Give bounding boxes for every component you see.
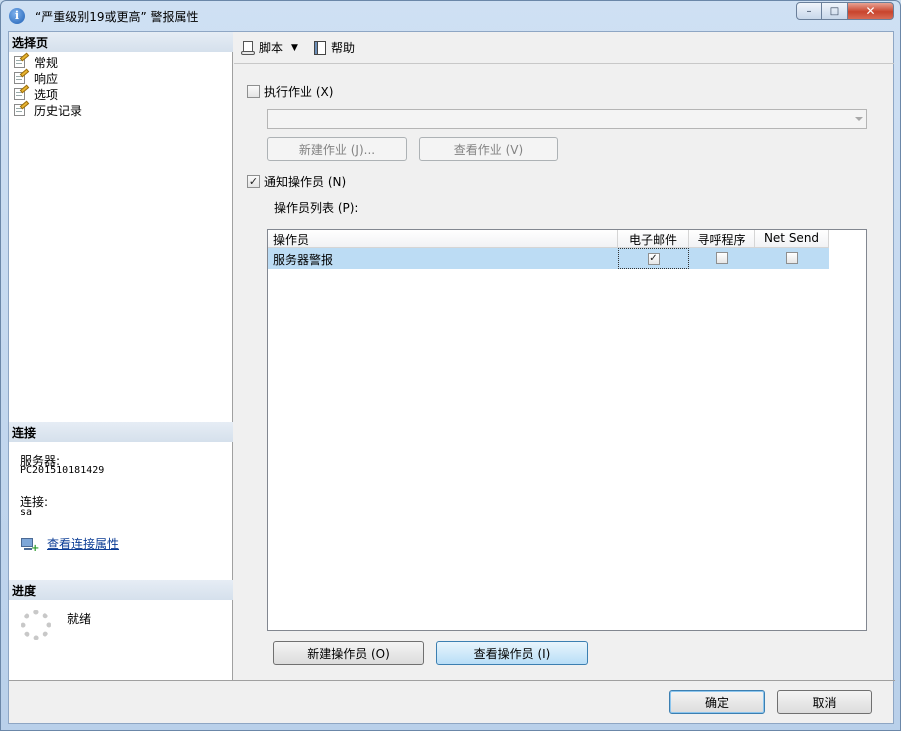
page-edit-icon [13,68,30,85]
grid-header: 操作员 电子邮件 寻呼程序 Net Send [268,230,829,248]
progress-spinner-icon [21,610,51,640]
operators-grid[interactable]: 操作员 电子邮件 寻呼程序 Net Send 服务器警报 ✓ [267,229,867,631]
left-pane: 选择页 常规 响应 选项 历史记录 连接 服务器: PC201510181429… [9,32,233,680]
page-item-label: 选项 [34,87,59,102]
help-label: 帮助 [330,41,355,55]
page-item-history[interactable]: 历史记录 [13,100,83,118]
page-edit-icon [13,84,30,101]
toolbar: 脚本 ▼ 帮助 [234,32,894,64]
window-controls: – □ ✕ [796,2,894,20]
page-edit-icon [13,52,30,69]
column-header-net-send[interactable]: Net Send [755,230,829,248]
view-operator-button[interactable]: 查看操作员 (I) [436,641,588,665]
dialog-client: 选择页 常规 响应 选项 历史记录 连接 服务器: PC201510181429… [8,31,895,724]
pager-checkbox[interactable] [716,252,728,264]
connection-properties-icon: + [21,537,39,554]
cancel-button[interactable]: 取消 [777,690,872,714]
chevron-down-icon[interactable]: ▼ [291,43,298,53]
net-send-cell[interactable] [755,248,829,269]
page-item-options[interactable]: 选项 [13,84,59,102]
column-header-email[interactable]: 电子邮件 [618,230,689,248]
info-icon: i [9,8,25,24]
operator-name-cell[interactable]: 服务器警报 [268,248,618,269]
notify-operators-checkbox[interactable]: ✓ [247,175,260,188]
operator-list-label: 操作员列表 (P): [274,201,359,215]
notify-operators-label: 通知操作员 (N) [264,175,347,189]
chevron-down-icon [855,117,863,121]
view-connection-properties-link[interactable]: + 查看连接属性 [21,535,120,554]
minimize-button[interactable]: – [796,2,822,20]
new-operator-button[interactable]: 新建操作员 (O) [273,641,424,665]
pager-cell[interactable] [689,248,755,269]
script-button[interactable]: 脚本 ▼ [240,39,304,56]
title-bar[interactable]: i “严重级别19或更高” 警报属性 – □ ✕ [1,1,900,31]
server-value: PC201510181429 [20,465,105,476]
view-connection-properties-label: 查看连接属性 [47,537,120,551]
progress-header: 进度 [9,580,233,600]
page-item-general[interactable]: 常规 [13,52,59,70]
alert-properties-window: i “严重级别19或更高” 警报属性 – □ ✕ 选择页 常规 响应 选项 历史… [0,0,901,731]
page-item-label: 历史记录 [34,103,83,118]
connection-header: 连接 [9,422,233,442]
close-button[interactable]: ✕ [848,2,894,20]
execute-job-label: 执行作业 (X) [264,85,334,99]
script-icon [240,40,256,56]
page-item-label: 常规 [34,55,59,70]
view-job-button[interactable]: 查看作业 (V) [419,137,558,161]
page-item-response[interactable]: 响应 [13,68,59,86]
ok-button[interactable]: 确定 [669,690,765,714]
new-job-button[interactable]: 新建作业 (J)... [267,137,407,161]
script-label: 脚本 [259,41,284,55]
window-title: “严重级别19或更高” 警报属性 [35,10,199,24]
email-cell[interactable]: ✓ [618,248,689,269]
select-page-header: 选择页 [9,32,233,52]
connection-value: sa [20,507,33,518]
table-row[interactable]: 服务器警报 ✓ [268,248,829,269]
progress-status: 就绪 [67,612,92,626]
maximize-button[interactable]: □ [822,2,848,20]
job-select[interactable] [267,109,867,129]
help-book-icon [312,40,328,56]
email-checkbox[interactable]: ✓ [647,253,660,265]
help-button[interactable]: 帮助 [312,39,355,56]
page-item-label: 响应 [34,71,59,86]
page-edit-icon [13,100,30,117]
execute-job-checkbox[interactable] [247,85,260,98]
column-header-pager[interactable]: 寻呼程序 [689,230,755,248]
column-header-operator[interactable]: 操作员 [268,230,618,248]
net-send-checkbox[interactable] [786,252,798,264]
footer-divider [9,680,895,681]
